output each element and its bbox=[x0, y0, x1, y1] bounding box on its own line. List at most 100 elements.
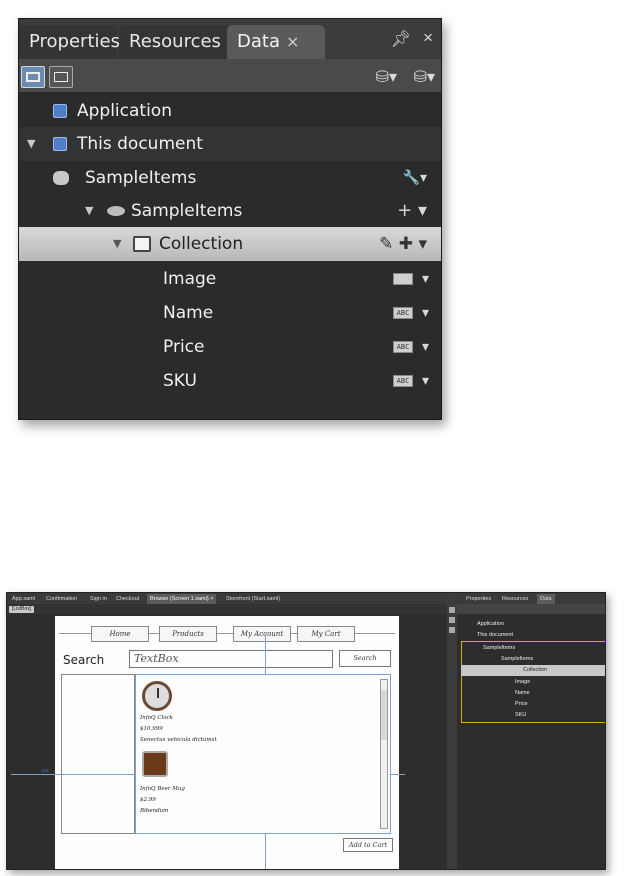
tree-row-sampleitems-source[interactable]: SampleItems 🔧▾ bbox=[19, 161, 441, 195]
doc-tab-confirmation[interactable]: Confirmation bbox=[43, 594, 80, 604]
item-name: InfoQ Beer Mug bbox=[140, 786, 185, 792]
tree-row-sku[interactable]: SKU ABC ▾ bbox=[19, 364, 441, 398]
tree-row-label: Collection bbox=[159, 234, 244, 254]
tree-row-sku[interactable]: SKU bbox=[461, 710, 605, 721]
margin-guide-left bbox=[11, 774, 135, 775]
tab-properties-label: Properties bbox=[29, 31, 120, 52]
collection-grid-icon bbox=[133, 236, 151, 252]
tree-row-price[interactable]: Price bbox=[461, 699, 605, 710]
tree-row-label: Application bbox=[77, 101, 172, 121]
string-type-icon[interactable]: ABC bbox=[393, 307, 413, 319]
scrollbar-thumb[interactable] bbox=[381, 690, 387, 740]
tab-close-icon[interactable]: × bbox=[286, 32, 299, 51]
item-description: Bibendum bbox=[140, 808, 169, 814]
panel-tab-strip: Properties Resources Data bbox=[457, 593, 605, 604]
tree-row-sampleitems[interactable]: SampleItems bbox=[461, 654, 605, 665]
details-mode-button[interactable] bbox=[49, 66, 73, 88]
item-name: InfoQ Clock bbox=[140, 715, 174, 721]
doc-tab-storefront[interactable]: Storefront (Start.xaml) bbox=[223, 594, 283, 604]
tab-resources-label: Resources bbox=[129, 31, 221, 52]
nav-my-cart-button[interactable]: My Cart bbox=[297, 626, 355, 642]
product-listbox[interactable]: InfoQ Clock $10,999 Senectus vehicula di… bbox=[135, 674, 391, 834]
panel-tab-strip: Properties Resources Data × 📌︎ × bbox=[19, 19, 441, 59]
margin-guide-top bbox=[265, 634, 266, 674]
search-button[interactable]: Search bbox=[339, 650, 391, 667]
tree-row-label: Image bbox=[163, 269, 217, 289]
margin-guide-bottom bbox=[265, 834, 266, 869]
create-data-source-button[interactable]: ⛁▾ bbox=[414, 67, 435, 87]
tree-row-this-document[interactable]: ▼ This document bbox=[19, 127, 441, 161]
category-panel bbox=[61, 674, 135, 834]
doc-tab-sign-in[interactable]: Sign in bbox=[87, 594, 110, 604]
margin-value-left: 133 bbox=[41, 768, 49, 773]
tree-row-collection[interactable]: Collection bbox=[461, 665, 605, 676]
doc-tab-app[interactable]: App.xaml bbox=[9, 594, 38, 604]
item-price: $2.99 bbox=[140, 797, 156, 803]
tab-properties[interactable]: Properties bbox=[463, 594, 494, 604]
tree-row-application[interactable]: Application bbox=[19, 94, 441, 128]
scope-bar: [ListBox] bbox=[7, 604, 447, 614]
add-to-cart-button[interactable]: Add to Cart bbox=[343, 838, 393, 852]
tree-row-label: This document bbox=[77, 134, 203, 154]
scope-chip[interactable]: [ListBox] bbox=[9, 606, 35, 613]
tab-data-label: Data bbox=[237, 31, 280, 52]
nav-home-button[interactable]: Home bbox=[91, 626, 149, 642]
tool-icon[interactable] bbox=[449, 607, 455, 613]
doc-tab-label: Browse (Screen 1.xaml) bbox=[150, 596, 209, 602]
add-property-icon[interactable]: + ▾ bbox=[397, 194, 427, 228]
database-icon bbox=[53, 171, 69, 185]
tree-row-label: Name bbox=[163, 303, 214, 323]
doc-tab-checkout[interactable]: Checkout bbox=[113, 594, 142, 604]
tree-row-label: SampleItems bbox=[131, 201, 243, 221]
nav-my-account-button[interactable]: My Account bbox=[233, 626, 291, 642]
chevron-down-icon[interactable]: ▾ bbox=[422, 364, 429, 398]
chevron-down-icon[interactable]: ▾ bbox=[422, 330, 429, 364]
chevron-down-icon[interactable]: ▾ bbox=[422, 262, 429, 296]
data-context-icon bbox=[107, 206, 125, 216]
tree-row-label: SampleItems bbox=[85, 168, 197, 188]
nav-products-button[interactable]: Products bbox=[159, 626, 217, 642]
pin-icon[interactable]: 📌︎ bbox=[391, 29, 411, 49]
expand-triangle-icon[interactable]: ▼ bbox=[27, 127, 35, 161]
expand-triangle-icon[interactable]: ▼ bbox=[85, 194, 93, 228]
design-artboard[interactable]: Home Products My Account My Cart Search … bbox=[11, 616, 405, 869]
edit-sample-data-icon[interactable]: 🔧▾ bbox=[403, 161, 427, 195]
tree-row-name[interactable]: Name bbox=[461, 688, 605, 699]
string-type-icon[interactable]: ABC bbox=[393, 341, 413, 353]
edit-collection-icon[interactable]: ✎ ✚ ▾ bbox=[379, 227, 427, 261]
margin-guide-right bbox=[391, 774, 405, 775]
tree-row-price[interactable]: Price ABC ▾ bbox=[19, 330, 441, 364]
search-input[interactable]: TextBox bbox=[129, 650, 333, 668]
tab-resources[interactable]: Resources bbox=[499, 594, 531, 604]
tree-row-sampleitems-source[interactable]: SampleItems bbox=[461, 643, 605, 654]
chevron-down-icon[interactable]: ▾ bbox=[422, 296, 429, 330]
doc-tab-browse[interactable]: Browse (Screen 1.xaml) × bbox=[147, 594, 217, 604]
string-type-icon[interactable]: ABC bbox=[393, 375, 413, 387]
create-sample-data-button[interactable]: ⛁▾ bbox=[376, 67, 397, 87]
beer-mug-image bbox=[142, 751, 168, 777]
tree-row-collection[interactable]: ▼ Collection ✎ ✚ ▾ bbox=[19, 227, 441, 261]
expand-triangle-icon[interactable]: ▼ bbox=[113, 227, 121, 261]
panel-close-icon[interactable]: × bbox=[423, 28, 433, 48]
tree-row-name[interactable]: Name ABC ▾ bbox=[19, 296, 441, 330]
tool-icon[interactable] bbox=[449, 627, 455, 633]
list-mode-button[interactable] bbox=[21, 66, 45, 88]
tab-properties[interactable]: Properties bbox=[19, 25, 120, 59]
tree-row-label: SKU bbox=[163, 371, 197, 391]
tab-data[interactable]: Data bbox=[537, 594, 555, 604]
tree-row-application[interactable]: Application bbox=[461, 619, 605, 630]
ide-screenshot: App.xaml Confirmation Sign in Checkout B… bbox=[6, 592, 606, 870]
data-toolbar bbox=[457, 604, 605, 614]
data-panel-zoomed: Properties Resources Data × 📌︎ × ⛁▾ ⛁▾ Ap… bbox=[18, 18, 442, 420]
listbox-scrollbar[interactable] bbox=[380, 679, 388, 829]
image-type-icon[interactable] bbox=[393, 273, 413, 285]
tree-row-image[interactable]: Image bbox=[461, 677, 605, 688]
tree-row-image[interactable]: Image ▾ bbox=[19, 262, 441, 296]
tool-icon[interactable] bbox=[449, 617, 455, 623]
tab-data[interactable]: Data × bbox=[227, 25, 325, 59]
tree-row-this-document[interactable]: This document bbox=[461, 630, 605, 641]
data-toolbar: ⛁▾ ⛁▾ bbox=[19, 59, 441, 93]
clock-image bbox=[142, 681, 172, 711]
tab-resources[interactable]: Resources bbox=[119, 25, 229, 59]
tree-row-sampleitems[interactable]: ▼ SampleItems + ▾ bbox=[19, 194, 441, 228]
